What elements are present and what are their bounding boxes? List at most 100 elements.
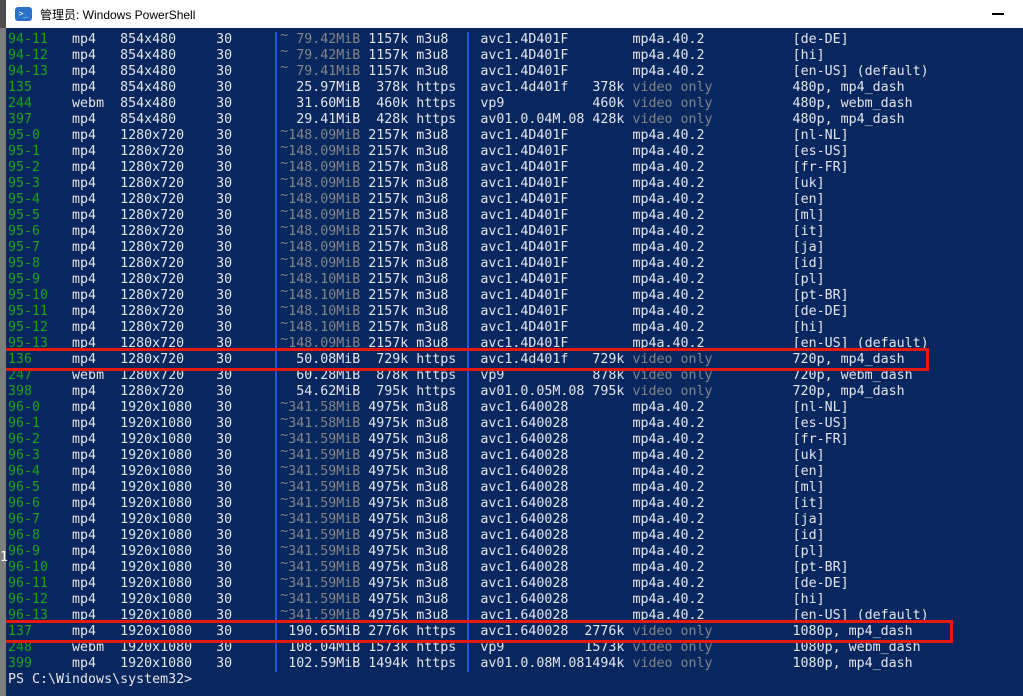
column-separator (272, 256, 280, 272)
format-row: 95-8 mp4 1280x720 30 ~148.09MiB 2157k m3… (8, 256, 1023, 272)
format-row: 96-7 mp4 1920x1080 30 ~341.59MiB 4975k m… (8, 512, 1023, 528)
column-separator (272, 416, 280, 432)
terminal-rows: 94-11 mp4 854x480 30 ~ 79.42MiB 1157k m3… (8, 32, 1023, 672)
column-separator (464, 256, 472, 272)
column-separator (464, 192, 472, 208)
column-separator (272, 288, 280, 304)
column-separator (464, 656, 472, 672)
column-separator (272, 208, 280, 224)
stray-character: 1 (0, 550, 8, 566)
format-row: 397 mp4 854x480 30 29.41MiB 428k https a… (8, 112, 1023, 128)
minimize-icon (992, 13, 1004, 15)
column-separator (272, 128, 280, 144)
format-row: 398 mp4 1280x720 30 54.62MiB 795k https … (8, 384, 1023, 400)
column-separator (464, 560, 472, 576)
column-separator (272, 608, 280, 624)
column-separator (464, 112, 472, 128)
column-separator (464, 624, 472, 640)
format-row: 95-3 mp4 1280x720 30 ~148.09MiB 2157k m3… (8, 176, 1023, 192)
column-separator (272, 304, 280, 320)
column-separator (272, 32, 280, 48)
format-row: 94-11 mp4 854x480 30 ~ 79.42MiB 1157k m3… (8, 32, 1023, 48)
format-row: 94-12 mp4 854x480 30 ~ 79.42MiB 1157k m3… (8, 48, 1023, 64)
format-row: 94-13 mp4 854x480 30 ~ 79.41MiB 1157k m3… (8, 64, 1023, 80)
title-bar: >_ 管理员: Windows PowerShell (6, 0, 1023, 28)
format-row: 95-1 mp4 1280x720 30 ~148.09MiB 2157k m3… (8, 144, 1023, 160)
format-row: 137 mp4 1920x1080 30 190.65MiB 2776k htt… (8, 624, 1023, 640)
column-separator (464, 416, 472, 432)
column-separator (272, 448, 280, 464)
column-separator (464, 32, 472, 48)
column-separator (272, 320, 280, 336)
column-separator (464, 240, 472, 256)
column-separator (464, 464, 472, 480)
column-separator (464, 288, 472, 304)
column-separator (272, 544, 280, 560)
prompt-text: PS C:\Windows\system32> (8, 672, 192, 687)
column-separator (272, 48, 280, 64)
format-row: 135 mp4 854x480 30 25.97MiB 378k https a… (8, 80, 1023, 96)
minimize-button[interactable] (981, 0, 1015, 28)
column-separator (464, 64, 472, 80)
column-separator (464, 352, 472, 368)
column-separator (272, 624, 280, 640)
column-separator (272, 576, 280, 592)
format-row: 244 webm 854x480 30 31.60MiB 460k https … (8, 96, 1023, 112)
prompt-line: PS C:\Windows\system32> (8, 672, 1023, 688)
column-separator (272, 272, 280, 288)
column-separator (464, 144, 472, 160)
column-separator (272, 240, 280, 256)
column-separator (272, 496, 280, 512)
column-separator (464, 512, 472, 528)
column-separator (464, 272, 472, 288)
column-separator (464, 528, 472, 544)
format-row: 96-11 mp4 1920x1080 30 ~341.59MiB 4975k … (8, 576, 1023, 592)
column-separator (464, 304, 472, 320)
column-separator (272, 176, 280, 192)
format-row: 96-12 mp4 1920x1080 30 ~341.59MiB 4975k … (8, 592, 1023, 608)
format-row: 96-10 mp4 1920x1080 30 ~341.59MiB 4975k … (8, 560, 1023, 576)
format-row: 95-9 mp4 1280x720 30 ~148.10MiB 2157k m3… (8, 272, 1023, 288)
column-separator (464, 128, 472, 144)
column-separator (272, 352, 280, 368)
format-row: 95-10 mp4 1280x720 30 ~148.10MiB 2157k m… (8, 288, 1023, 304)
terminal-viewport[interactable]: 94-11 mp4 854x480 30 ~ 79.42MiB 1157k m3… (6, 28, 1023, 696)
column-separator (464, 640, 472, 656)
format-row: 399 mp4 1920x1080 30 102.59MiB 1494k htt… (8, 656, 1023, 672)
column-separator (464, 384, 472, 400)
column-separator (272, 512, 280, 528)
column-separator (464, 224, 472, 240)
column-separator (272, 560, 280, 576)
format-row: 96-1 mp4 1920x1080 30 ~341.58MiB 4975k m… (8, 416, 1023, 432)
format-row: 96-6 mp4 1920x1080 30 ~341.59MiB 4975k m… (8, 496, 1023, 512)
column-separator (272, 480, 280, 496)
format-row: 95-0 mp4 1280x720 30 ~148.09MiB 2157k m3… (8, 128, 1023, 144)
format-row: 248 webm 1920x1080 30 108.04MiB 1573k ht… (8, 640, 1023, 656)
column-separator (272, 592, 280, 608)
column-separator (464, 432, 472, 448)
column-separator (464, 320, 472, 336)
format-row: 95-13 mp4 1280x720 30 ~148.09MiB 2157k m… (8, 336, 1023, 352)
column-separator (464, 336, 472, 352)
column-separator (272, 192, 280, 208)
format-row: 95-4 mp4 1280x720 30 ~148.09MiB 2157k m3… (8, 192, 1023, 208)
column-separator (464, 448, 472, 464)
format-row: 96-9 mp4 1920x1080 30 ~341.59MiB 4975k m… (8, 544, 1023, 560)
format-row: 95-5 mp4 1280x720 30 ~148.09MiB 2157k m3… (8, 208, 1023, 224)
column-separator (464, 576, 472, 592)
format-row: 95-2 mp4 1280x720 30 ~148.09MiB 2157k m3… (8, 160, 1023, 176)
column-separator (272, 640, 280, 656)
window-left-border (0, 0, 6, 696)
column-separator (272, 464, 280, 480)
column-separator (464, 80, 472, 96)
column-separator (272, 384, 280, 400)
column-separator (464, 368, 472, 384)
column-separator (272, 80, 280, 96)
window-title: 管理员: Windows PowerShell (40, 6, 195, 23)
column-separator (464, 160, 472, 176)
column-separator (464, 400, 472, 416)
column-separator (272, 112, 280, 128)
column-separator (464, 480, 472, 496)
format-row: 95-7 mp4 1280x720 30 ~148.09MiB 2157k m3… (8, 240, 1023, 256)
column-separator (464, 208, 472, 224)
